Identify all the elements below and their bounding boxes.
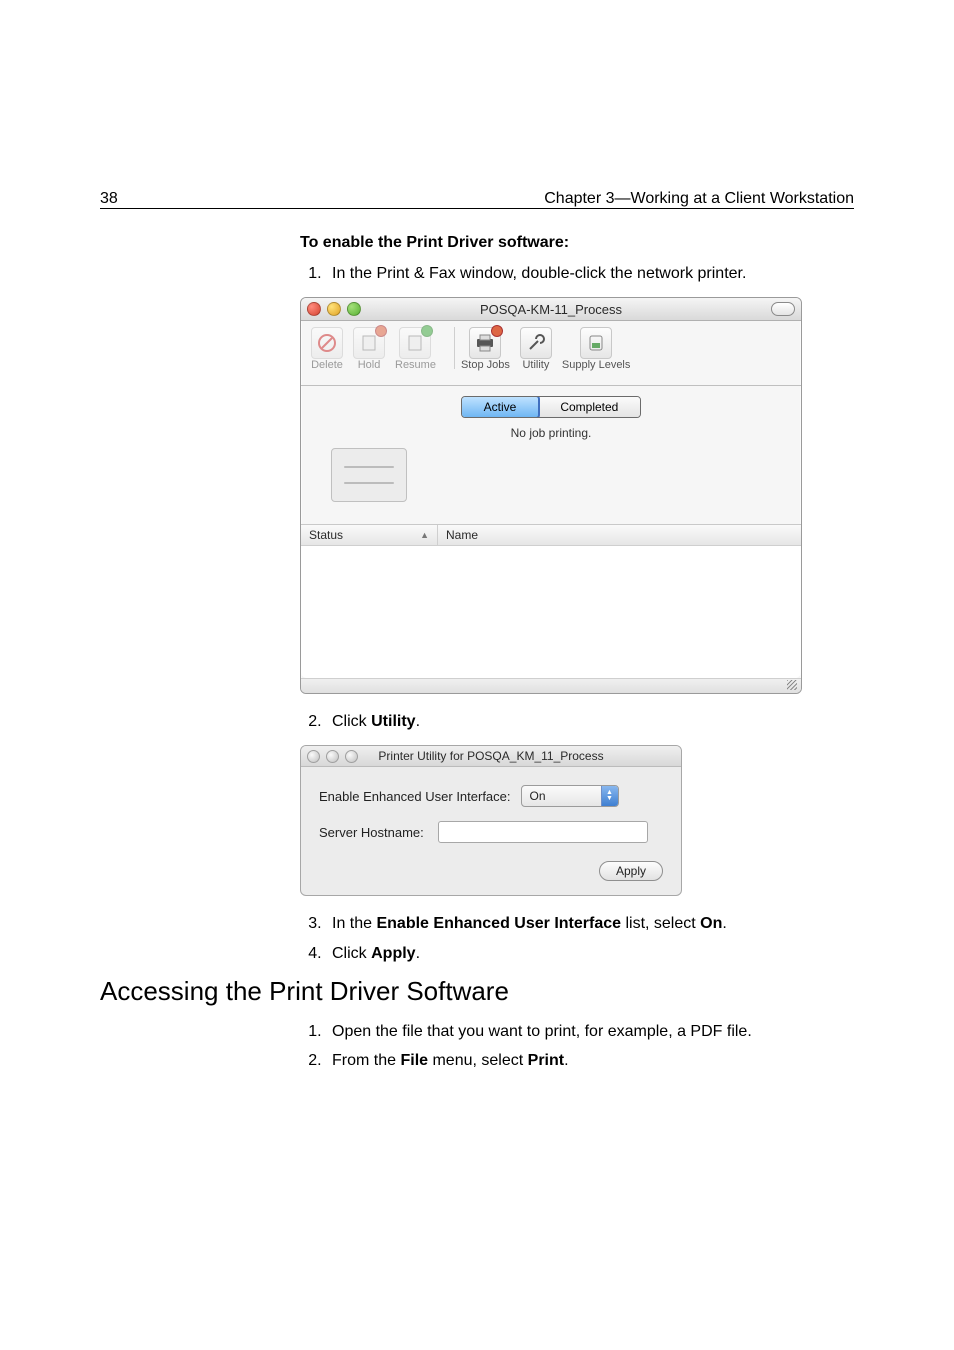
s2-2-strong1: File <box>400 1052 428 1069</box>
chapter-title: Chapter 3—Working at a Client Workstatio… <box>544 190 854 208</box>
hostname-label: Server Hostname: <box>319 825 424 840</box>
s2-step-2: From the File menu, select Print. <box>326 1049 854 1072</box>
step-2-suffix: . <box>416 713 420 730</box>
supply-levels-button[interactable]: Supply Levels <box>562 327 631 371</box>
hold-icon <box>360 334 378 352</box>
step-2-utility: Utility <box>371 713 415 730</box>
step-3: In the Enable Enhanced User Interface li… <box>326 912 854 935</box>
col-status-label: Status <box>309 528 343 542</box>
section-heading: Accessing the Print Driver Software <box>100 976 509 1007</box>
hold-button: Hold <box>353 327 385 371</box>
hold-label: Hold <box>358 359 381 371</box>
step-1: In the Print & Fax window, double-click … <box>326 262 854 285</box>
procedure-heading: To enable the Print Driver software: <box>300 230 854 252</box>
stop-jobs-button[interactable]: Stop Jobs <box>461 327 510 371</box>
step-2: Click Utility. <box>326 710 854 733</box>
chevron-updown-icon: ▲▼ <box>601 786 618 806</box>
toolbar-separator <box>454 327 455 369</box>
s3-strong2: On <box>700 915 722 932</box>
eeui-dropdown[interactable]: On ▲▼ <box>521 785 619 807</box>
no-job-text: No job printing. <box>301 424 801 448</box>
eeui-row: Enable Enhanced User Interface: On ▲▼ <box>319 785 663 807</box>
supply-levels-icon <box>586 333 606 353</box>
eeui-label: Enable Enhanced User Interface: <box>319 789 511 804</box>
stop-jobs-label: Stop Jobs <box>461 359 510 371</box>
hostname-input[interactable] <box>438 821 648 843</box>
resume-label: Resume <box>395 359 436 371</box>
utility-window-title: Printer Utility for POSQA_KM_11_Process <box>301 749 681 763</box>
s2-2-mid: menu, select <box>428 1052 528 1069</box>
resume-icon <box>406 334 424 352</box>
print-queue-window: POSQA-KM-11_Process Delete Hold Resume <box>300 297 802 694</box>
step-2-text: Click <box>332 713 371 730</box>
window-title: POSQA-KM-11_Process <box>301 302 801 317</box>
toolbar-toggle-icon[interactable] <box>771 302 795 316</box>
col-status[interactable]: Status ▲ <box>301 525 438 545</box>
s2-2-pre: From the <box>332 1052 400 1069</box>
s3-mid: list, select <box>621 915 700 932</box>
col-name[interactable]: Name <box>438 525 801 545</box>
tab-bar: Active Completed <box>301 386 801 424</box>
tab-active[interactable]: Active <box>461 396 541 418</box>
s4-suf: . <box>416 945 420 962</box>
tab-completed[interactable]: Completed <box>538 397 640 417</box>
s3-pre: In the <box>332 915 376 932</box>
s2-2-strong2: Print <box>528 1052 564 1069</box>
delete-label: Delete <box>311 359 343 371</box>
s2-step-1: Open the file that you want to print, fo… <box>326 1020 854 1043</box>
delete-icon <box>318 334 336 352</box>
utility-button[interactable]: Utility <box>520 327 552 371</box>
hostname-row: Server Hostname: <box>319 821 663 843</box>
job-table-header: Status ▲ Name <box>301 524 801 546</box>
sort-asc-icon: ▲ <box>420 530 429 540</box>
job-table-body <box>301 546 801 678</box>
supply-levels-label: Supply Levels <box>562 359 631 371</box>
resize-grip-icon[interactable] <box>301 678 801 693</box>
s4-strong: Apply <box>371 945 415 962</box>
toolbar: Delete Hold Resume Stop Jobs <box>301 321 801 386</box>
utility-titlebar: Printer Utility for POSQA_KM_11_Process <box>301 746 681 767</box>
eeui-value: On <box>522 789 601 803</box>
s3-suf: . <box>722 915 726 932</box>
printer-preview-icon <box>331 448 407 502</box>
utility-label: Utility <box>522 359 549 371</box>
step-4: Click Apply. <box>326 942 854 965</box>
delete-button: Delete <box>311 327 343 371</box>
page-number: 38 <box>100 190 118 208</box>
apply-button[interactable]: Apply <box>599 861 663 881</box>
resume-button: Resume <box>395 327 436 371</box>
printer-utility-window: Printer Utility for POSQA_KM_11_Process … <box>300 745 682 896</box>
window-titlebar: POSQA-KM-11_Process <box>301 298 801 321</box>
utility-icon <box>526 333 546 353</box>
s2-2-suf: . <box>564 1052 568 1069</box>
s4-pre: Click <box>332 945 371 962</box>
s3-strong: Enable Enhanced User Interface <box>376 915 621 932</box>
header-rule <box>100 208 854 209</box>
